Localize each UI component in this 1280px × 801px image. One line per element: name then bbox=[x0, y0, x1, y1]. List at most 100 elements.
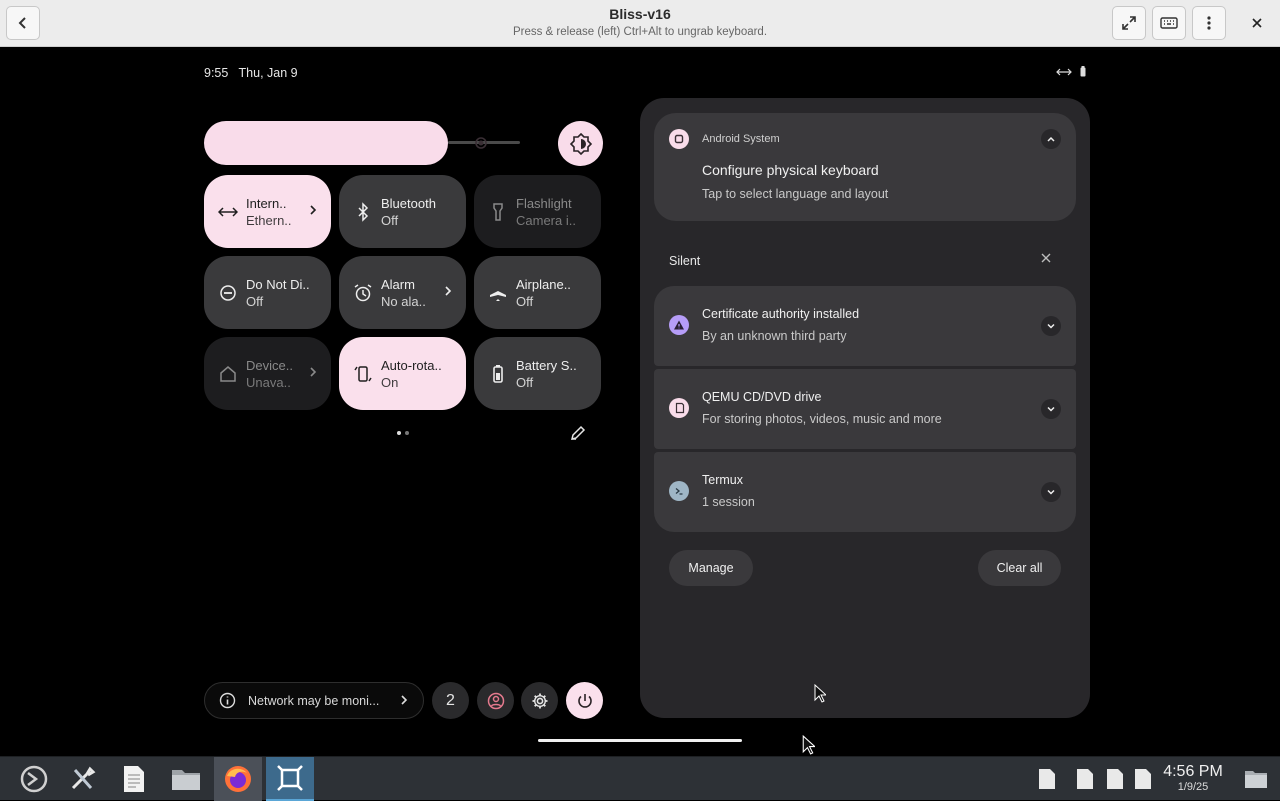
tile-battery[interactable]: Battery S.. Off bbox=[474, 337, 601, 410]
chevron-right-icon bbox=[401, 695, 408, 705]
network-monitoring-pill[interactable]: Network may be moni... bbox=[204, 682, 424, 719]
expand-button[interactable] bbox=[1041, 399, 1061, 419]
power-button[interactable] bbox=[566, 682, 603, 719]
user-switcher-button[interactable] bbox=[477, 682, 514, 719]
chevron-down-icon bbox=[1047, 489, 1055, 495]
notification-title: Configure physical keyboard bbox=[702, 162, 879, 178]
bluetooth-icon bbox=[353, 201, 373, 222]
tools-icon bbox=[71, 766, 96, 790]
battery-icon bbox=[1080, 66, 1086, 77]
notification-card-title: Termux bbox=[702, 473, 743, 487]
chevron-right-icon bbox=[309, 365, 317, 381]
tile-state: Off bbox=[516, 293, 534, 309]
tile-state: Off bbox=[516, 374, 534, 390]
settings-button[interactable] bbox=[521, 682, 558, 719]
tile-label: Do Not Di.. bbox=[246, 276, 310, 292]
user-count: 2 bbox=[446, 691, 455, 709]
dismiss-silent-button[interactable] bbox=[1041, 252, 1051, 267]
folder-icon bbox=[172, 770, 200, 790]
cursor-icon bbox=[802, 735, 815, 755]
close-button[interactable] bbox=[1240, 6, 1274, 40]
tray-document-1[interactable] bbox=[1032, 757, 1062, 801]
edit-icon[interactable] bbox=[569, 424, 587, 442]
brightness-icon bbox=[468, 130, 494, 156]
airplane-icon bbox=[488, 283, 508, 303]
text-editor-launcher[interactable] bbox=[110, 757, 158, 801]
tile-state: On bbox=[381, 374, 399, 390]
tile-device[interactable]: Device.. Unava.. bbox=[204, 337, 331, 410]
boxes-icon bbox=[277, 765, 303, 791]
host-taskbar: 4:56 PM 1/9/25 bbox=[0, 756, 1280, 801]
keyboard-button[interactable] bbox=[1152, 6, 1186, 40]
close-icon bbox=[1252, 18, 1262, 28]
expand-button[interactable] bbox=[1041, 316, 1061, 336]
chevron-right-icon bbox=[309, 203, 317, 219]
launcher-icon bbox=[20, 765, 48, 793]
tile-state: No ala.. bbox=[381, 293, 426, 309]
notification-card[interactable] bbox=[654, 369, 1076, 449]
notification-card-text: For storing photos, videos, music and mo… bbox=[702, 412, 942, 426]
window-titlebar: Bliss-v16 Press & release (left) Ctrl+Al… bbox=[0, 0, 1280, 47]
chevron-down-icon bbox=[1047, 323, 1055, 329]
warning-icon bbox=[669, 315, 689, 335]
terminal-icon bbox=[669, 481, 689, 501]
tile-flashlight[interactable]: Flashlight Camera i.. bbox=[474, 175, 601, 248]
window-subtitle: Press & release (left) Ctrl+Alt to ungra… bbox=[512, 26, 768, 38]
notification-card-title: Certificate authority installed bbox=[702, 307, 860, 321]
alarm-icon bbox=[353, 283, 373, 303]
tile-dnd[interactable]: Do Not Di.. Off bbox=[204, 256, 331, 329]
notification-card-text: 1 session bbox=[702, 495, 755, 509]
fullscreen-button[interactable] bbox=[1112, 6, 1146, 40]
page-indicator bbox=[397, 431, 409, 435]
chevron-right-icon bbox=[444, 284, 452, 300]
notification-card-text: By an unknown third party bbox=[702, 329, 847, 343]
tile-airplane[interactable]: Airplane.. Off bbox=[474, 256, 601, 329]
expand-button[interactable] bbox=[1041, 482, 1061, 502]
tray-document-3[interactable] bbox=[1100, 757, 1130, 801]
status-icons bbox=[1056, 66, 1086, 77]
tile-label: Bluetooth bbox=[381, 195, 436, 211]
status-date: Thu, Jan 9 bbox=[238, 66, 298, 80]
tile-label: Flashlight bbox=[516, 195, 572, 211]
folder-icon bbox=[1245, 771, 1267, 788]
close-icon bbox=[1041, 253, 1051, 263]
collapse-button[interactable] bbox=[1041, 129, 1061, 149]
fullscreen-icon bbox=[1122, 16, 1136, 30]
auto-brightness-button[interactable] bbox=[558, 121, 603, 166]
document-icon bbox=[1039, 769, 1055, 789]
user-count-button[interactable]: 2 bbox=[432, 682, 469, 719]
document-icon bbox=[1077, 769, 1093, 789]
tile-autorotate[interactable]: Auto-rota.. On bbox=[339, 337, 466, 410]
tile-state: Camera i.. bbox=[516, 212, 576, 228]
tray-document-4[interactable] bbox=[1128, 757, 1158, 801]
document-icon bbox=[1107, 769, 1123, 789]
do-not-disturb-icon bbox=[218, 283, 238, 303]
tile-label: Device.. bbox=[246, 357, 293, 373]
taskbar-date: 1/9/25 bbox=[1177, 781, 1209, 793]
tray-document-2[interactable] bbox=[1070, 757, 1100, 801]
tile-bluetooth[interactable]: Bluetooth Off bbox=[339, 175, 466, 248]
firefox-launcher[interactable] bbox=[214, 757, 262, 801]
gear-icon bbox=[532, 693, 547, 708]
app-launcher[interactable] bbox=[10, 757, 58, 801]
notification-card[interactable] bbox=[654, 452, 1076, 532]
clear-all-button[interactable]: Clear all bbox=[978, 550, 1061, 586]
taskbar-clock[interactable]: 4:56 PM 1/9/25 bbox=[1158, 763, 1228, 793]
vm-window-task[interactable] bbox=[266, 757, 314, 801]
gesture-handle[interactable] bbox=[538, 739, 742, 742]
menu-button[interactable] bbox=[1192, 6, 1226, 40]
manage-button[interactable]: Manage bbox=[669, 550, 753, 586]
tile-alarm[interactable]: Alarm No ala.. bbox=[339, 256, 466, 329]
auto-rotate-icon bbox=[353, 364, 373, 384]
notification-card[interactable] bbox=[654, 286, 1076, 366]
show-desktop-button[interactable] bbox=[1232, 757, 1280, 801]
tile-state: Off bbox=[246, 293, 264, 309]
document-icon bbox=[124, 766, 144, 792]
file-manager-launcher[interactable] bbox=[162, 757, 210, 801]
system-tools-launcher[interactable] bbox=[58, 757, 106, 801]
tile-label: Airplane.. bbox=[516, 276, 571, 292]
brightness-slider[interactable] bbox=[204, 121, 448, 165]
auto-brightness-icon bbox=[569, 132, 592, 155]
tile-internet[interactable]: Intern.. Ethern.. bbox=[204, 175, 331, 248]
chevron-up-icon bbox=[1047, 136, 1055, 142]
